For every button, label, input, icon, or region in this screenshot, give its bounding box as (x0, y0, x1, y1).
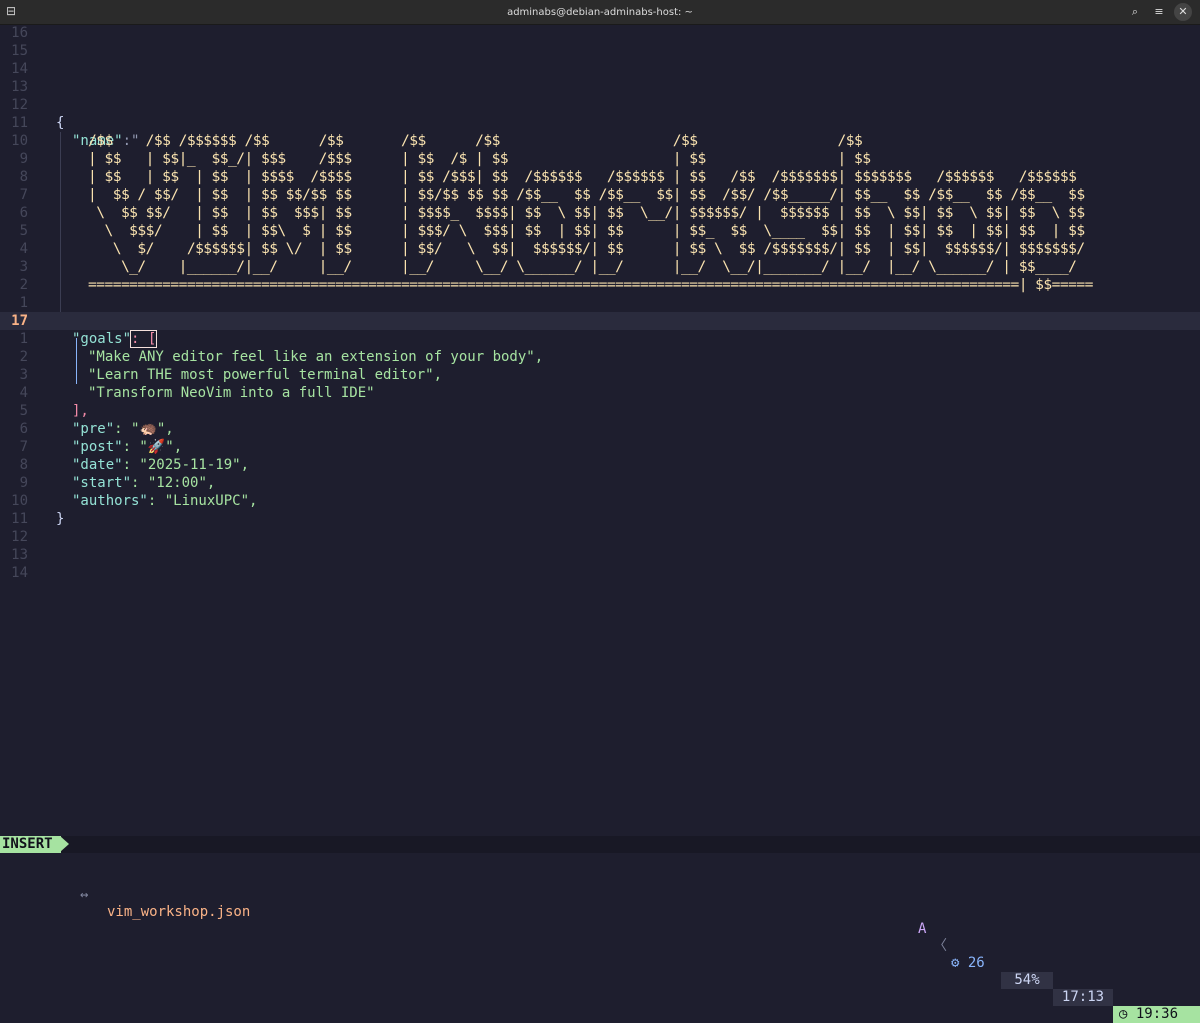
clock-time: 19:36 (1135, 1006, 1179, 1022)
line-number: 9 (19, 151, 28, 167)
terminal-icon[interactable]: ⊟ (4, 4, 18, 18)
editor-line: 12 { (0, 96, 1200, 131)
line-number: 5 (19, 403, 28, 419)
line-number: 1 (19, 331, 28, 347)
editor-line: 5 "pre": "🦔", (0, 402, 1200, 437)
editor-line: 13 (0, 546, 1200, 564)
editor-line: 3 "Transform NeoVim into a full IDE" (0, 366, 1200, 401)
line-number: 14 (11, 61, 28, 77)
line-number: 3 (19, 367, 28, 383)
line-number: 11 (11, 511, 28, 527)
line-number: 12 (11, 529, 28, 545)
line-number: 16 (11, 25, 28, 41)
editor-line: 11 "name":" (0, 114, 1200, 149)
indicator-letter: A (918, 921, 927, 937)
editor-line: 12 (0, 528, 1200, 546)
lsp-count: 26 (967, 955, 985, 971)
line-number: 4 (19, 241, 28, 257)
line-number: 13 (11, 547, 28, 563)
line-number: 3 (19, 259, 28, 275)
editor-line: 14 (0, 60, 1200, 78)
line-number: 2 (19, 277, 28, 293)
search-icon[interactable]: ⌕ (1126, 3, 1144, 21)
status-line: INSERT ↔ vim_workshop.json A 〈 ⚙ 26 54% … (0, 836, 1200, 1023)
chevron-left-icon: 〈 (933, 938, 947, 954)
line-number: 10 (11, 493, 28, 509)
editor-line: 1 ", (0, 294, 1200, 329)
line-number: 8 (19, 169, 28, 185)
editor-line: 16 (0, 24, 1200, 42)
lsp-status: ⚙ 26 (951, 955, 985, 972)
window-controls: ⌕ ≡ ✕ (1126, 3, 1192, 21)
line-number: 14 (11, 565, 28, 581)
line-number: 12 (11, 97, 28, 113)
editor-line: 14 (0, 564, 1200, 582)
close-icon[interactable]: ✕ (1174, 3, 1192, 21)
line-number: 6 (19, 205, 28, 221)
line-number: 2 (19, 349, 28, 365)
scroll-percent: 54% (1001, 972, 1053, 989)
line-number: 8 (19, 457, 28, 473)
line-number: 6 (19, 421, 28, 437)
editor-line: 1 "Make ANY editor feel like an extensio… (0, 330, 1200, 365)
current-line-number: 17 (11, 313, 28, 329)
window-titlebar: ⊟ adminabs@debian-adminabs-host: ~ ⌕ ≡ ✕ (0, 0, 1200, 25)
editor-line: 10 } (0, 492, 1200, 527)
ascii-art-banner: /$$ /$$ /$$$$$$ /$$ /$$ /$$ /$$ /$$ /$$ … (88, 132, 1093, 293)
filename[interactable]: vim_workshop.json (107, 904, 250, 921)
editor-line: 8 "start": "12:00", (0, 456, 1200, 491)
editor-line: 11 (0, 510, 1200, 528)
editor-line: 9 "authors": "LinuxUPC", (0, 474, 1200, 509)
editor-line: 15 (0, 42, 1200, 60)
line-number: 4 (19, 385, 28, 401)
file-type-icon: ↔ (80, 887, 89, 903)
editor-line: 2 "Learn THE most powerful terminal edit… (0, 348, 1200, 383)
mode-indicator: INSERT (0, 836, 61, 853)
line-number: 1 (19, 295, 28, 311)
clock: ◷ 19:36 (1113, 1006, 1200, 1023)
line-number: 7 (19, 187, 28, 203)
editor-line: 4 ], (0, 384, 1200, 419)
line-number: 5 (19, 223, 28, 239)
line-number: 15 (11, 43, 28, 59)
editor-buffer[interactable]: 16 15 14 13 12 { 11 "name":" 10 9 8 7 6 … (0, 24, 1200, 836)
editor-line: 13 (0, 78, 1200, 96)
mode-separator (60, 836, 69, 852)
line-number: 10 (11, 133, 28, 149)
line-number: 9 (19, 475, 28, 491)
clock-icon: ◷ (1119, 1006, 1128, 1022)
cursor-position: 17:13 (1053, 989, 1113, 1006)
line-number: 11 (11, 115, 28, 131)
editor-current-line: 17 "goals": [ (0, 312, 1200, 348)
line-number: 13 (11, 79, 28, 95)
hamburger-menu-icon[interactable]: ≡ (1150, 3, 1168, 21)
gear-icon: ⚙ (951, 955, 960, 971)
window-title: adminabs@debian-adminabs-host: ~ (507, 6, 693, 18)
editor-line: 7 "date": "2025-11-19", (0, 438, 1200, 473)
line-number: 7 (19, 439, 28, 455)
editor-line: 6 "post": "🚀", (0, 420, 1200, 455)
